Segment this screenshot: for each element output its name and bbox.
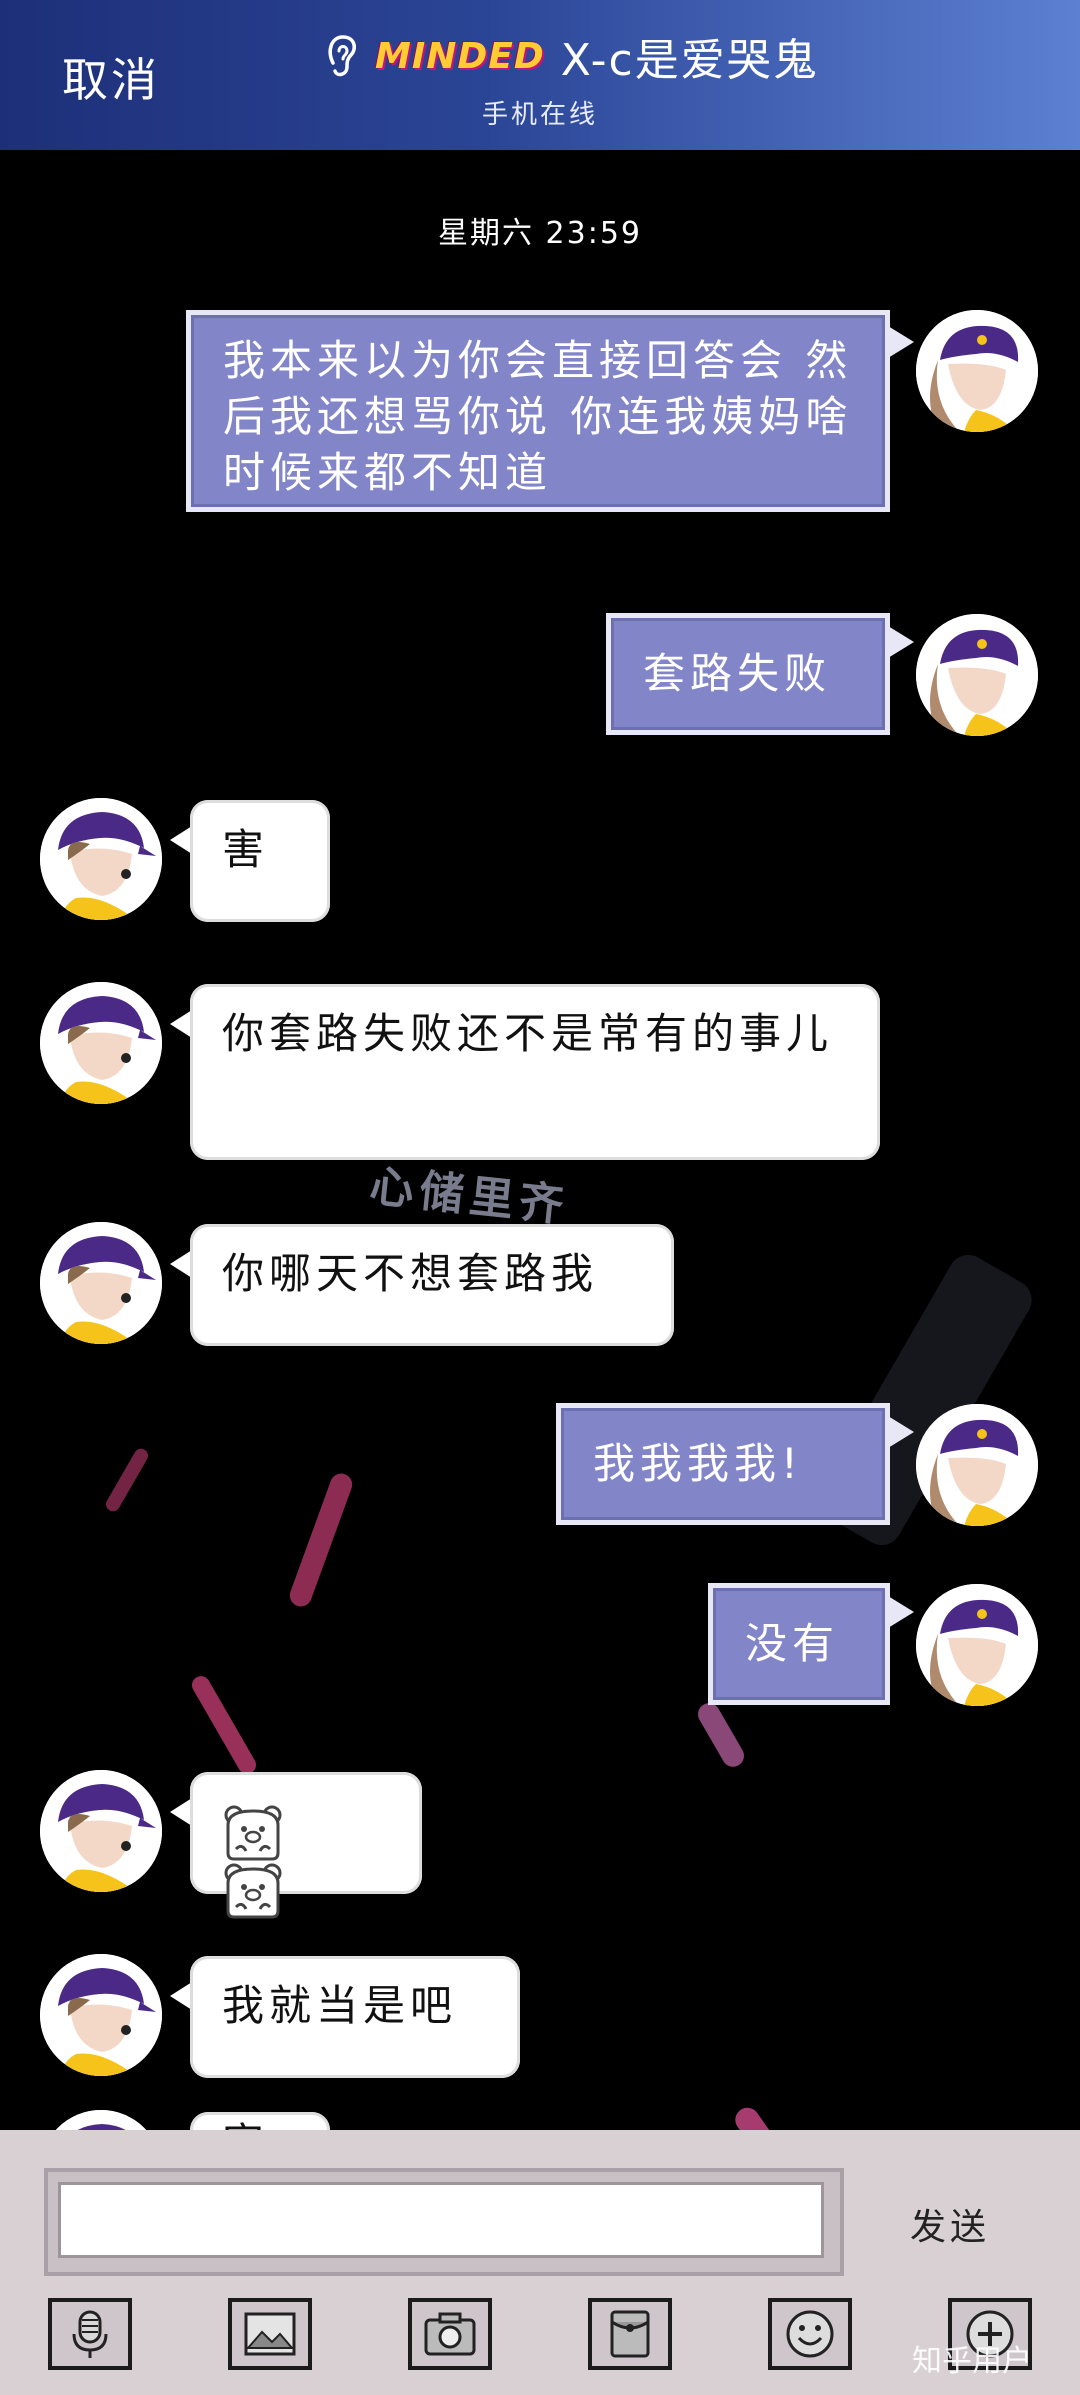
bubble-tail <box>170 826 192 854</box>
chat-title-row: MINDED X-c是爱哭鬼 <box>325 26 819 86</box>
received-sticker-bubble[interactable] <box>190 1772 422 1919</box>
microphone-icon <box>72 2310 108 2358</box>
message-timestamp: 星期六 23:59 <box>438 216 642 251</box>
brand-logo: MINDED <box>375 35 545 77</box>
emoji-icon <box>786 2310 834 2358</box>
message-input-frame <box>44 2168 844 2276</box>
sent-message-bubble[interactable]: 我本来以为你会直接回答会 然后我还想骂你说 你连我姨妈啥时候来都不知道 <box>186 310 890 512</box>
message-input[interactable] <box>58 2182 824 2258</box>
red-packet-button[interactable] <box>588 2298 672 2370</box>
bubble-tail <box>170 1250 192 1278</box>
bear-emoji-icon <box>224 1863 282 1919</box>
my-avatar[interactable] <box>916 1584 1038 1706</box>
background-decoration <box>286 1470 356 1610</box>
voice-button[interactable] <box>48 2298 132 2370</box>
message-text: 害 <box>222 2119 269 2130</box>
message-text: 我我我我! <box>593 1439 803 1488</box>
message-text: 你套路失败还不是常有的事儿 <box>222 1009 834 1058</box>
contact-avatar[interactable] <box>40 2110 162 2130</box>
contact-avatar[interactable] <box>40 798 162 920</box>
ear-icon <box>328 35 357 77</box>
red-packet-icon <box>610 2310 650 2358</box>
received-message-bubble[interactable]: 你套路失败还不是常有的事儿 <box>190 984 880 1160</box>
sent-message-bubble[interactable]: 套路失败 <box>606 613 890 735</box>
contact-name[interactable]: X-c是爱哭鬼 <box>561 24 819 88</box>
message-text: 我就当是吧 <box>222 1981 458 2030</box>
sent-message-bubble[interactable]: 我我我我! <box>556 1403 890 1525</box>
chat-header: 取消 MINDED X-c是爱哭鬼 手机在线 <box>0 0 1080 150</box>
bubble-tail <box>888 326 914 358</box>
image-icon <box>244 2312 296 2356</box>
bubble-tail <box>888 1596 914 1628</box>
received-message-bubble[interactable]: 害 <box>190 2112 330 2130</box>
image-button[interactable] <box>228 2298 312 2370</box>
bubble-tail <box>170 1982 192 2010</box>
bubble-tail <box>888 1416 914 1448</box>
contact-avatar[interactable] <box>40 1954 162 2076</box>
background-sign: 心储里齐 <box>367 1160 572 1233</box>
camera-icon <box>424 2312 476 2356</box>
my-avatar[interactable] <box>916 614 1038 736</box>
sent-message-bubble[interactable]: 没有 <box>708 1583 890 1705</box>
send-button[interactable]: 发送 <box>910 2198 990 2250</box>
background-decoration <box>188 1672 260 1778</box>
message-text: 没有 <box>745 1619 840 1668</box>
message-text: 我本来以为你会直接回答会 然后我还想骂你说 你连我姨妈啥时候来都不知道 <box>223 336 853 497</box>
contact-avatar[interactable] <box>40 982 162 1104</box>
received-message-bubble[interactable]: 害 <box>190 800 330 922</box>
my-avatar[interactable] <box>916 1404 1038 1526</box>
received-message-bubble[interactable]: 你哪天不想套路我 <box>190 1224 674 1346</box>
background-decoration <box>103 1446 151 1514</box>
watermark: 知乎用户 <box>912 2344 1032 2379</box>
online-status: 手机在线 <box>481 100 598 130</box>
contact-avatar[interactable] <box>40 1770 162 1892</box>
received-message-bubble[interactable]: 我就当是吧 <box>190 1956 520 2078</box>
bear-emoji-icon <box>224 1805 282 1860</box>
emoji-button[interactable] <box>768 2298 852 2370</box>
bubble-tail <box>888 626 914 658</box>
chat-area[interactable]: 心储里齐 星期六 23:59 我本来以为你会直接回答会 然后我还想骂你说 你连我… <box>0 150 1080 2130</box>
message-text: 你哪天不想套路我 <box>222 1249 599 1298</box>
bubble-tail <box>170 1010 192 1038</box>
bubble-tail <box>170 1798 192 1826</box>
contact-avatar[interactable] <box>40 1222 162 1344</box>
message-text: 套路失败 <box>643 649 832 698</box>
background-decoration <box>730 2103 814 2130</box>
background-decoration <box>693 1699 749 1771</box>
camera-button[interactable] <box>408 2298 492 2370</box>
message-text: 害 <box>222 825 270 874</box>
my-avatar[interactable] <box>916 310 1038 432</box>
